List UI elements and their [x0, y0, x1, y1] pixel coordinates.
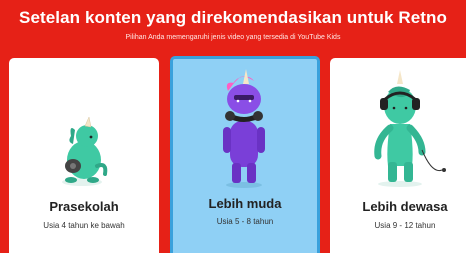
header: Setelan konten yang direkomendasikan unt…: [0, 0, 466, 52]
page-subtitle: Pilihan Anda memengaruhi jenis video yan…: [125, 34, 341, 41]
option-card-younger[interactable]: Lebih muda Usia 5 - 8 tahun: [170, 56, 320, 253]
baby-unicorn-icon: [9, 116, 159, 188]
option-age-range: Usia 9 - 12 tahun: [374, 221, 436, 230]
option-age-range: Usia 5 - 8 tahun: [216, 217, 274, 226]
option-label: Prasekolah: [49, 199, 119, 214]
option-card-older[interactable]: Lebih dewasa Usia 9 - 12 tahun: [330, 58, 466, 253]
option-label: Lebih dewasa: [362, 199, 448, 214]
page-title: Setelan konten yang direkomendasikan unt…: [19, 8, 447, 27]
option-label: Lebih muda: [208, 196, 282, 211]
unicorn-headphones-icon: [173, 67, 317, 189]
option-card-preschool[interactable]: Prasekolah Usia 4 tahun ke bawah: [9, 58, 159, 253]
option-age-range: Usia 4 tahun ke bawah: [43, 221, 125, 230]
teen-unicorn-icon: [330, 70, 466, 188]
